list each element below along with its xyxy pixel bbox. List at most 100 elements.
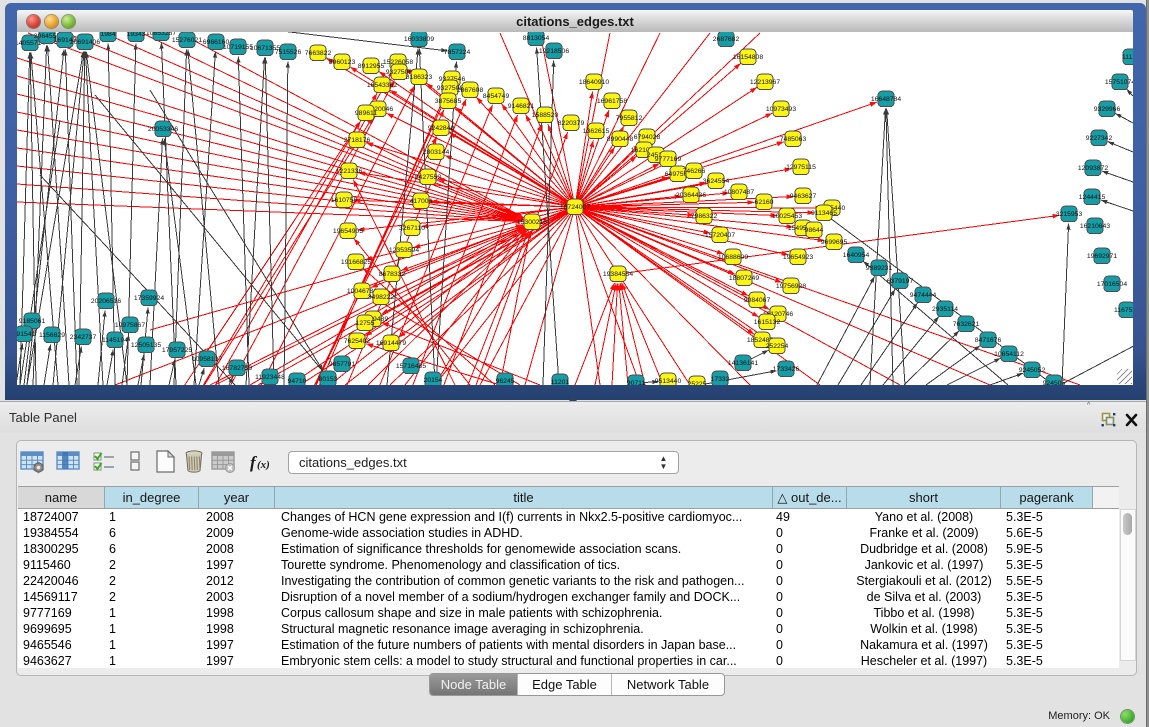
svg-text:20206516: 20206516 xyxy=(91,298,121,305)
svg-text:2718176: 2718176 xyxy=(344,137,371,144)
svg-text:7625402: 7625402 xyxy=(344,338,371,345)
svg-text:9857791: 9857791 xyxy=(329,361,356,368)
svg-text:12213967: 12213967 xyxy=(750,79,780,86)
svg-text:9389231: 9389231 xyxy=(866,265,893,272)
svg-text:9474444: 9474444 xyxy=(910,292,937,299)
svg-text:11201: 11201 xyxy=(551,379,570,385)
svg-text:12093872: 12093872 xyxy=(1078,165,1108,172)
svg-text:1615132: 1615132 xyxy=(754,319,781,326)
svg-text:15720407: 15720407 xyxy=(705,232,735,239)
svg-text:17332: 17332 xyxy=(711,376,730,383)
svg-text:7857224: 7857224 xyxy=(444,49,471,56)
svg-text:924505: 924505 xyxy=(1043,380,1066,385)
svg-text:8471676: 8471676 xyxy=(975,337,1002,344)
svg-text:2935114: 2935114 xyxy=(932,306,958,313)
svg-text:1156829: 1156829 xyxy=(39,332,65,339)
svg-text:94710: 94710 xyxy=(288,378,307,385)
svg-text:3875685: 3875685 xyxy=(435,98,462,105)
svg-text:7986322: 7986322 xyxy=(691,213,718,220)
svg-text:10807487: 10807487 xyxy=(724,189,754,196)
svg-text:8220379: 8220379 xyxy=(558,120,585,127)
svg-text:10025453: 10025453 xyxy=(772,213,802,220)
svg-text:989611: 989611 xyxy=(355,110,377,117)
svg-text:98644: 98644 xyxy=(805,227,824,234)
svg-text:746266: 746266 xyxy=(683,168,706,175)
svg-text:96245: 96245 xyxy=(496,378,515,385)
svg-text:17016504: 17016504 xyxy=(1097,281,1127,288)
svg-text:1362615: 1362615 xyxy=(583,128,610,135)
svg-text:9242848: 9242848 xyxy=(428,125,455,132)
svg-text:9699695: 9699695 xyxy=(821,239,848,246)
svg-text:9113465: 9113465 xyxy=(811,210,837,217)
svg-text:19166825: 19166825 xyxy=(341,259,371,266)
svg-text:17957225: 17957225 xyxy=(162,347,192,354)
svg-text:19218506: 19218506 xyxy=(539,48,569,55)
svg-text:10973493: 10973493 xyxy=(766,106,796,113)
svg-text:19975867: 19975867 xyxy=(115,322,145,329)
svg-text:15300215: 15300215 xyxy=(517,219,547,226)
svg-text:417004: 417004 xyxy=(410,198,433,205)
svg-text:25225: 25225 xyxy=(688,381,707,385)
svg-text:9329966: 9329966 xyxy=(1094,106,1121,113)
svg-text:9245052: 9245052 xyxy=(1019,367,1046,374)
svg-text:7485063: 7485063 xyxy=(780,136,807,143)
svg-text:10958107: 10958107 xyxy=(192,356,222,363)
svg-text:8427552: 8427552 xyxy=(415,174,442,181)
svg-text:9227342: 9227342 xyxy=(1086,135,1113,142)
svg-text:90711: 90711 xyxy=(627,380,646,385)
svg-text:9463627: 9463627 xyxy=(790,193,817,200)
svg-text:62160: 62160 xyxy=(755,199,774,206)
svg-text:391541: 391541 xyxy=(17,331,36,338)
svg-text:3498222: 3498222 xyxy=(368,294,395,301)
svg-text:10719155: 10719155 xyxy=(223,44,253,51)
svg-text:16543362: 16543362 xyxy=(367,82,397,89)
svg-text:8912955: 8912955 xyxy=(358,63,385,70)
svg-text:14136141: 14136141 xyxy=(728,360,758,367)
svg-text:6379197: 6379197 xyxy=(887,278,914,285)
svg-text:(x): (x) xyxy=(257,459,270,471)
svg-text:8186323: 8186323 xyxy=(406,74,433,81)
svg-text:16914479: 16914479 xyxy=(376,340,406,347)
svg-text:16961758: 16961758 xyxy=(597,98,627,105)
svg-text:1167531: 1167531 xyxy=(1114,307,1133,314)
svg-text:19384554: 19384554 xyxy=(603,271,633,278)
svg-text:3267110: 3267110 xyxy=(399,225,425,232)
svg-text:16154808: 16154808 xyxy=(733,54,763,61)
svg-text:16033809: 16033809 xyxy=(404,36,434,43)
svg-text:1733426: 1733426 xyxy=(773,366,800,373)
svg-text:15716485: 15716485 xyxy=(396,363,426,370)
svg-text:3215953: 3215953 xyxy=(1056,211,1083,218)
svg-text:12755: 12755 xyxy=(356,320,375,327)
svg-text:17359924: 17359924 xyxy=(134,295,164,302)
svg-text:252254: 252254 xyxy=(766,343,789,350)
svg-text:7955812: 7955812 xyxy=(616,115,643,122)
svg-text:18807249: 18807249 xyxy=(729,275,759,282)
svg-text:1221336: 1221336 xyxy=(336,168,363,175)
svg-text:19756928: 19756928 xyxy=(776,283,806,290)
svg-text:15751074: 15751074 xyxy=(1105,79,1133,86)
svg-text:20053346: 20053346 xyxy=(148,126,178,133)
svg-text:16648784: 16648784 xyxy=(871,96,901,103)
svg-text:12975115: 12975115 xyxy=(786,164,816,171)
svg-text:8678332: 8678332 xyxy=(379,271,406,278)
svg-text:7632621: 7632621 xyxy=(953,321,980,328)
svg-text:2687682: 2687682 xyxy=(713,36,740,43)
svg-text:16210643: 16210643 xyxy=(1080,223,1110,230)
svg-text:20364436: 20364436 xyxy=(676,192,706,199)
svg-text:20154: 20154 xyxy=(424,377,443,384)
svg-text:2803144: 2803144 xyxy=(423,149,450,156)
svg-text:9513440: 9513440 xyxy=(655,378,682,385)
svg-text:8960123: 8960123 xyxy=(329,59,356,66)
svg-text:8454749: 8454749 xyxy=(483,93,510,100)
svg-text:18724007: 18724007 xyxy=(560,204,590,211)
svg-text:1145194: 1145194 xyxy=(102,337,128,344)
svg-text:15276021: 15276021 xyxy=(172,37,202,44)
svg-text:20691406: 20691406 xyxy=(70,39,100,46)
svg-text:19692971: 19692971 xyxy=(1087,253,1117,260)
svg-text:1610755: 1610755 xyxy=(331,197,358,204)
svg-text:8990448: 8990448 xyxy=(607,136,634,143)
svg-text:19654905: 19654905 xyxy=(333,228,363,235)
svg-text:19654923: 19654923 xyxy=(783,254,813,261)
svg-text:9146821: 9146821 xyxy=(508,103,535,110)
svg-text:80153: 80153 xyxy=(319,376,338,383)
